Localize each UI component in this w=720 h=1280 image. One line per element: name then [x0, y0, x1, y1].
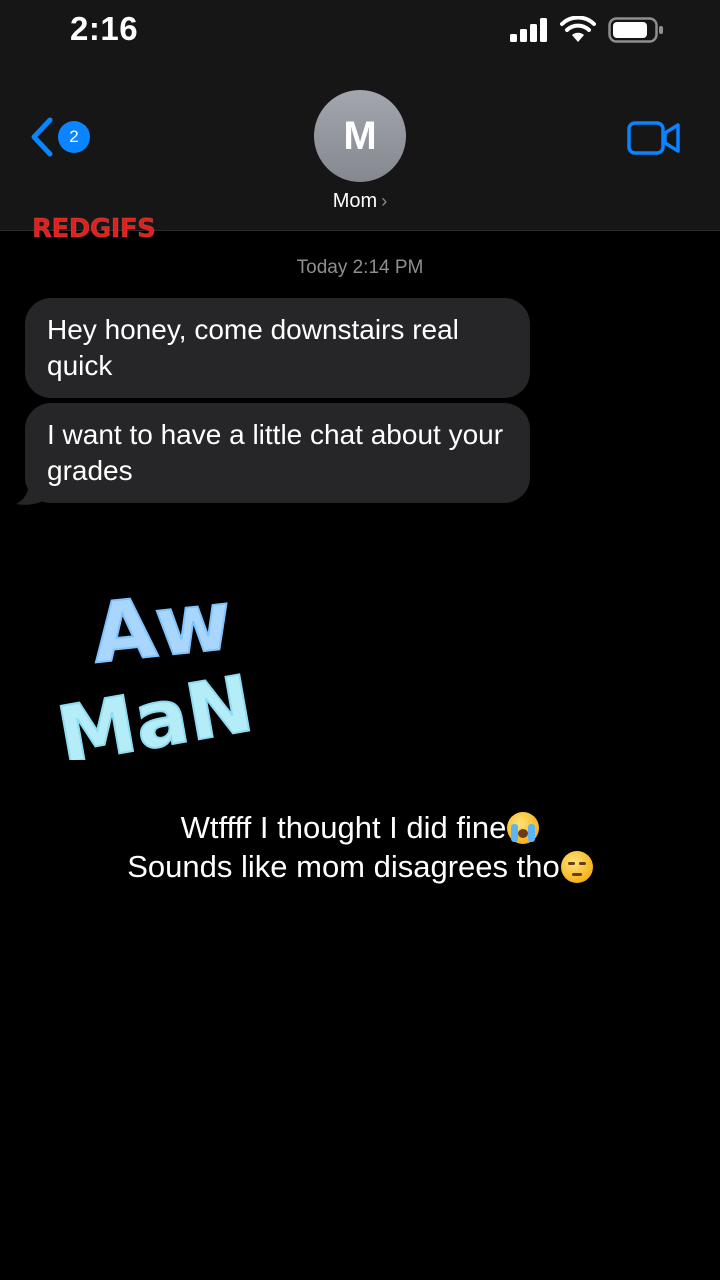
chevron-right-icon: ›: [381, 191, 388, 211]
contact-name: Mom: [332, 190, 378, 212]
loudly-crying-face-icon: [507, 812, 540, 844]
caption-line-1: Wtffff I thought I did fine: [0, 808, 720, 847]
caption-line-2: Sounds like mom disagrees tho: [0, 847, 720, 886]
back-button[interactable]: 2: [28, 114, 98, 160]
incoming-message-bubble[interactable]: I want to have a little chat about your …: [25, 403, 530, 503]
message-text: Hey honey, come downstairs real quick: [47, 314, 459, 381]
pensive-face-icon: [560, 851, 593, 883]
message-text: I want to have a little chat about your …: [47, 419, 504, 486]
battery-icon: [608, 17, 663, 43]
chevron-left-icon: [31, 117, 53, 157]
video-camera-icon[interactable]: [626, 118, 682, 158]
incoming-message-bubble[interactable]: Hey honey, come downstairs real quick: [25, 298, 530, 398]
caption-line-1-text: Wtffff I thought I did fine: [180, 810, 507, 845]
message-timestamp: Today 2:14 PM: [296, 257, 424, 278]
status-time: 2:16: [70, 10, 139, 47]
contact-name-button[interactable]: Mom ›: [0, 190, 720, 213]
video-caption: Wtffff I thought I did fine Sounds like …: [0, 808, 720, 886]
wifi-icon: [560, 16, 596, 42]
redgifs-watermark: REDGIFS: [31, 214, 156, 245]
aw-man-sticker[interactable]: Aw MaN: [55, 575, 305, 760]
bubble-tail: [16, 476, 46, 505]
unread-badge: 2: [58, 121, 90, 153]
contact-avatar[interactable]: M: [314, 90, 406, 182]
sticker-word-man: MaN: [55, 659, 260, 760]
cellular-signal-icon: [510, 18, 547, 42]
caption-line-2-text: Sounds like mom disagrees tho: [127, 849, 560, 884]
